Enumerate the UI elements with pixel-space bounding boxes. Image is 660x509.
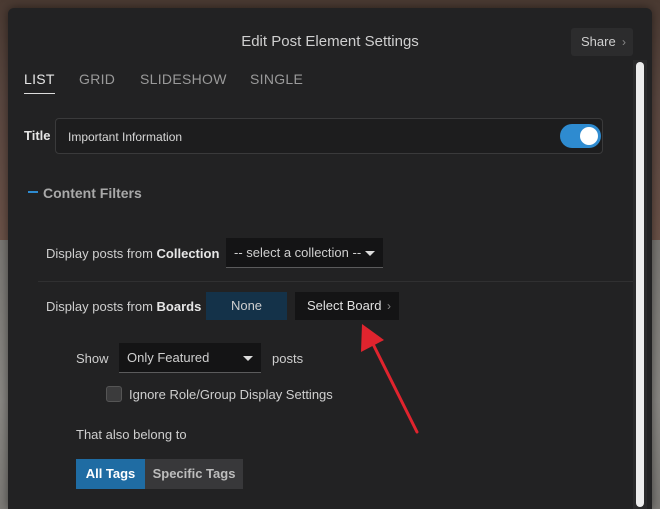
annotation-arrow-icon: [361, 324, 419, 434]
